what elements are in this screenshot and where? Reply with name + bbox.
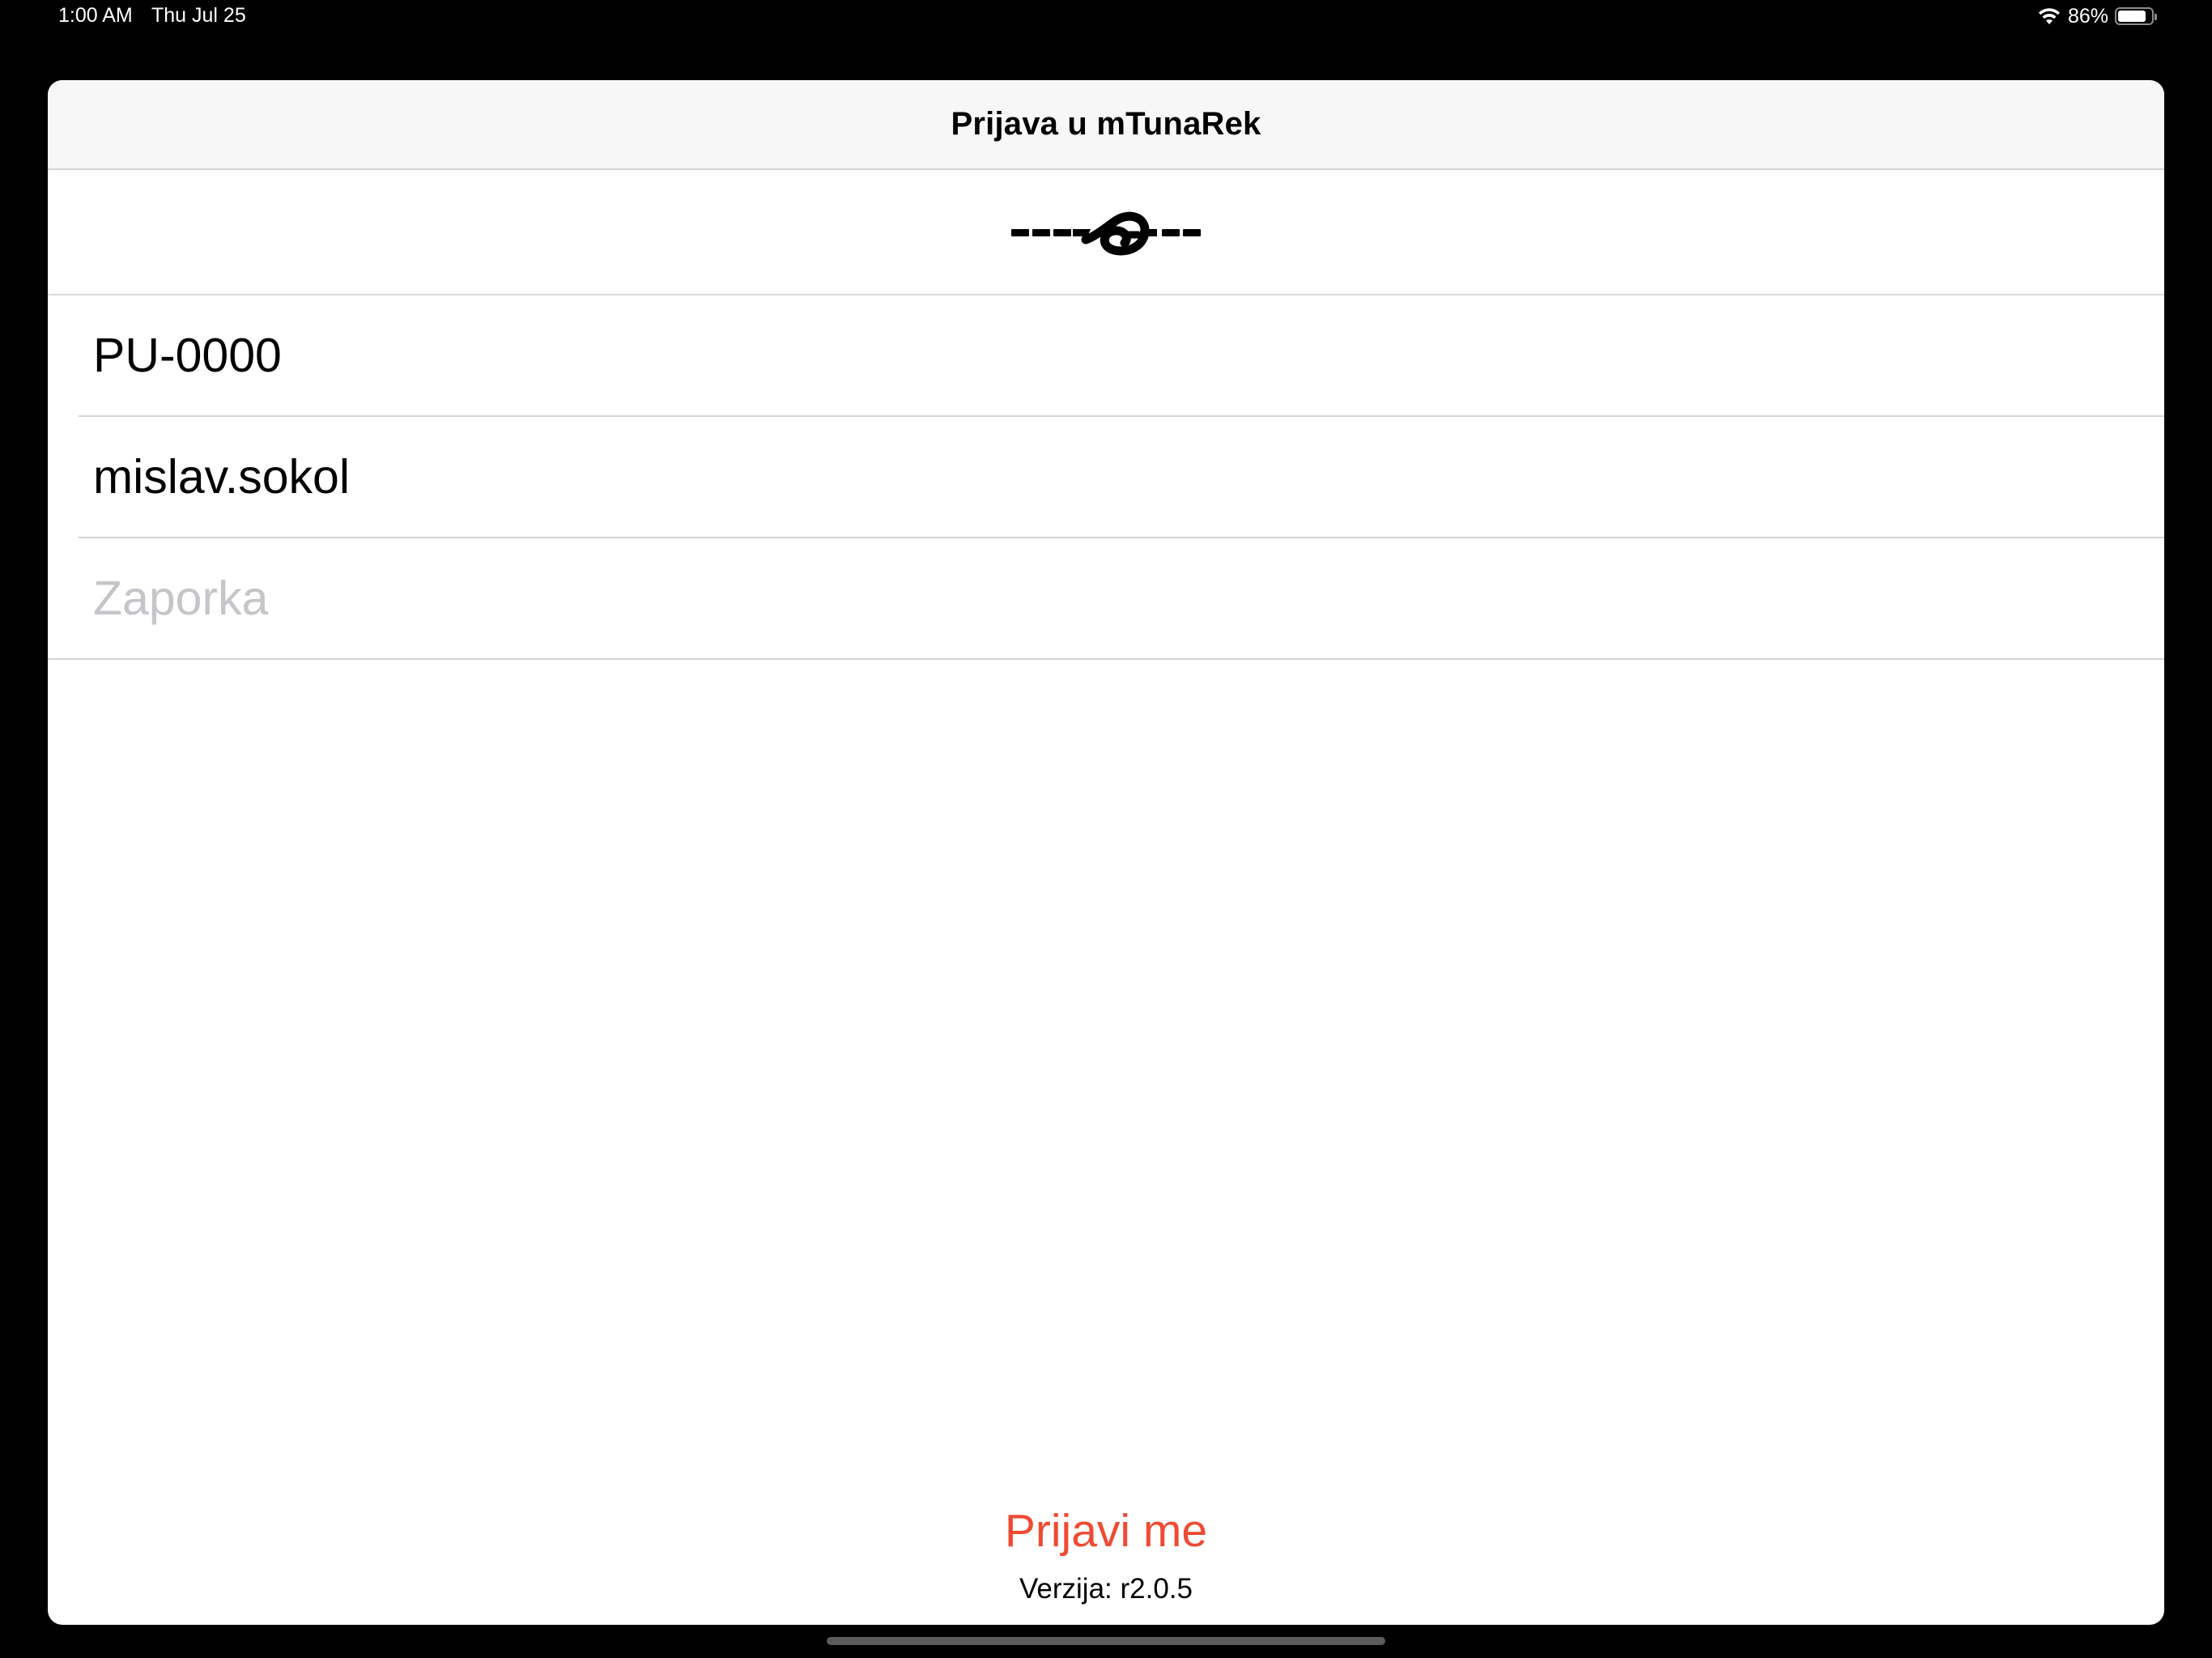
battery-icon xyxy=(2115,7,2157,25)
password-field-row xyxy=(48,538,2164,660)
status-date: Thu Jul 25 xyxy=(151,4,246,27)
field-separator xyxy=(48,658,2164,660)
username-field-row xyxy=(48,417,2164,538)
wifi-icon xyxy=(2037,7,2061,25)
version-label: Verzija: r2.0.5 xyxy=(1019,1573,1193,1605)
status-bar: 1:00 AM Thu Jul 25 86% xyxy=(0,0,2212,36)
home-indicator[interactable] xyxy=(827,1637,1385,1645)
status-indicators: 86% xyxy=(2037,3,2157,29)
password-input[interactable] xyxy=(93,538,2148,658)
station-field-row xyxy=(48,295,2164,417)
username-input[interactable] xyxy=(93,417,2148,537)
status-time: 1:00 AM xyxy=(58,4,133,27)
station-code-input[interactable] xyxy=(93,295,2148,415)
battery-percentage: 86% xyxy=(2067,4,2108,28)
page-title: Prijava u mTunaRek xyxy=(951,106,1261,142)
login-button[interactable]: Prijavi me xyxy=(48,1499,2164,1563)
login-sheet: Prijava u mTunaRek PU-0000 mislav.sokol … xyxy=(48,80,2164,1625)
logo-header xyxy=(48,170,2164,295)
battery-level-fill xyxy=(2118,11,2146,22)
knot-rope-logo-icon xyxy=(1011,204,1201,261)
navigation-bar: Prijava u mTunaRek xyxy=(48,80,2164,170)
